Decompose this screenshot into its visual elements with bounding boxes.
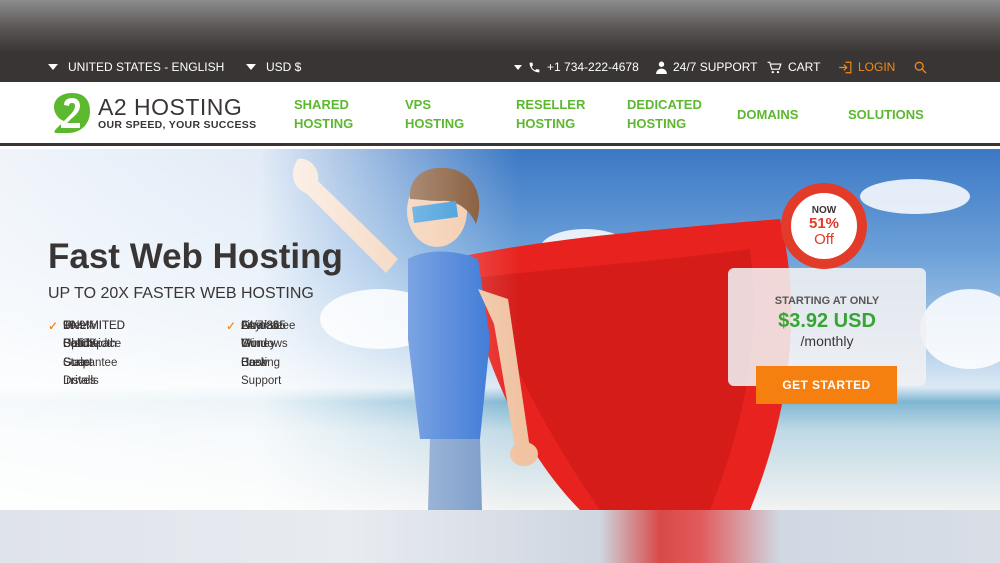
- phone-number: +1 734-222-4678: [547, 60, 639, 74]
- nav-solutions[interactable]: SOLUTIONS: [848, 82, 924, 146]
- support-label: 24/7 SUPPORT: [673, 60, 758, 74]
- main-header: A2 HOSTING OUR SPEED, YOUR SUCCESS SHARE…: [0, 82, 1000, 146]
- cart-icon: [767, 61, 782, 73]
- feature-item-continuation: Guarantee: [241, 320, 296, 332]
- badge-now-label: NOW: [811, 204, 837, 216]
- login-link[interactable]: LOGIN: [838, 52, 895, 82]
- cart-label: CART: [788, 60, 821, 74]
- badge-off-label: Off: [814, 230, 834, 248]
- hero-subtitle: UP TO 20X FASTER WEB HOSTING: [48, 285, 314, 302]
- price-period: /monthly: [800, 333, 854, 349]
- nav-dedicated-hosting[interactable]: DEDICATED HOSTING: [627, 82, 702, 146]
- top-utility-bar: UNITED STATES - ENGLISH USD $ +1 734-222…: [0, 52, 1000, 82]
- nav-vps-hosting[interactable]: VPS HOSTING: [405, 82, 464, 146]
- logo-text: A2 HOSTING OUR SPEED, YOUR SUCCESS: [98, 95, 256, 131]
- discount-badge-inner: NOW 51% Off: [789, 191, 859, 261]
- region-label: UNITED STATES - ENGLISH: [68, 60, 225, 74]
- price-value: $3.92 USD: [778, 310, 876, 332]
- brand-logo[interactable]: A2 HOSTING OUR SPEED, YOUR SUCCESS: [52, 91, 256, 135]
- nav-domains[interactable]: DOMAINS: [737, 82, 798, 146]
- blurred-backdrop-top: [0, 0, 1000, 52]
- get-started-button[interactable]: GET STARTED: [756, 366, 897, 404]
- discount-badge: NOW 51% Off: [781, 183, 867, 269]
- feature-item: ✓ 99.9% Uptime Guarantee: [48, 317, 117, 372]
- blurred-backdrop-bottom: [0, 510, 1000, 563]
- search-button[interactable]: [914, 52, 927, 82]
- support-link[interactable]: 24/7 SUPPORT: [656, 52, 757, 82]
- login-icon: [839, 61, 852, 73]
- chevron-down-icon: [246, 64, 256, 70]
- check-icon: ✓: [48, 319, 59, 333]
- login-label: LOGIN: [858, 60, 896, 74]
- a2-logo-icon: [54, 93, 90, 133]
- chevron-down-icon: [514, 64, 522, 70]
- nav-reseller-hosting[interactable]: RESELLER HOSTING: [516, 82, 585, 146]
- currency-selector[interactable]: USD $: [246, 52, 301, 82]
- logo-tagline: OUR SPEED, YOUR SUCCESS: [98, 119, 257, 131]
- phone-icon: [529, 62, 540, 72]
- badge-percent: 51%: [808, 214, 840, 232]
- user-icon: [656, 61, 667, 74]
- cloud-shape: [920, 289, 1000, 369]
- region-selector[interactable]: UNITED STATES - ENGLISH: [48, 52, 224, 82]
- hero-title: Fast Web Hosting: [48, 237, 343, 276]
- phone-selector[interactable]: +1 734-222-4678: [514, 52, 639, 82]
- currency-label: USD $: [266, 60, 302, 74]
- starting-at-label: STARTING AT ONLY: [774, 295, 880, 307]
- cart-link[interactable]: CART: [767, 52, 820, 82]
- search-icon: [914, 61, 927, 73]
- nav-shared-hosting[interactable]: SHARED HOSTING: [294, 82, 353, 146]
- logo-name: A2 HOSTING: [98, 94, 243, 120]
- chevron-down-icon: [48, 64, 58, 70]
- cloud-shape: [860, 179, 970, 214]
